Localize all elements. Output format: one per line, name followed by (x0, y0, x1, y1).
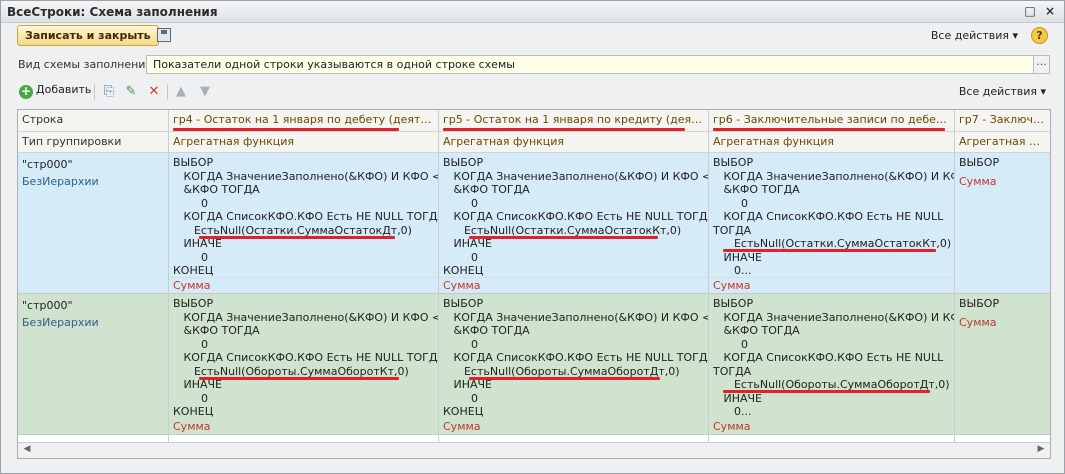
row-group-type: БезИерархии (22, 175, 99, 188)
header-aggregate[interactable]: Агрегатная функция (169, 132, 438, 153)
header-aggregate[interactable]: Агрегатная функция (709, 132, 954, 153)
add-icon: + (19, 84, 33, 99)
table-cell[interactable]: ВЫБОР КОГДА ЗначениеЗаполнено(&КФО) И КФ… (169, 153, 438, 294)
window: ВсеСтроки: Схема заполнения □ × Записать… (0, 0, 1065, 474)
help-icon[interactable]: ? (1031, 27, 1048, 44)
highlight-underline (173, 128, 399, 131)
edit-icon[interactable]: ✎ (123, 84, 139, 100)
row-name: "стр000" (22, 158, 73, 171)
formula-text: ВЫБОР КОГДА ЗначениеЗаполнено(&КФО) И КФ… (173, 156, 438, 277)
window-titlebar: ВсеСтроки: Схема заполнения □ × (1, 1, 1064, 23)
select-button[interactable]: ... (1033, 56, 1049, 73)
aggregate-function: Сумма (709, 277, 954, 293)
header-gr7[interactable]: гр7 - Заключитель (955, 110, 1050, 132)
formula-text: ВЫБОР КОГДА ЗначениеЗаполнено(&КФО) И КФ… (713, 297, 954, 418)
table-cell[interactable]: ВЫБОР КОГДА ЗначениеЗаполнено(&КФО) И КФ… (169, 294, 438, 435)
highlight-underline (199, 377, 399, 380)
table-cell[interactable]: ВЫБОР КОГДА ЗначениеЗаполнено(&КФО) И КФ… (439, 153, 708, 294)
all-actions-menu[interactable]: Все действия ▾ (931, 29, 1018, 42)
delete-icon[interactable]: ✕ (146, 84, 162, 100)
close-icon[interactable]: × (1042, 4, 1058, 19)
table-cell[interactable]: ВЫБОР Сумма (955, 153, 1050, 294)
column-gr7: гр7 - Заключитель Агрегатная функция ВЫБ… (955, 110, 1050, 442)
horizontal-scrollbar[interactable]: ◀ ▶ (18, 442, 1050, 458)
table-cell[interactable]: ВЫБОР Сумма (955, 294, 1050, 435)
aggregate-function: Сумма (439, 418, 708, 434)
header-aggregate[interactable]: Агрегатная функция (955, 132, 1050, 153)
highlight-underline (199, 236, 395, 239)
highlight-underline (469, 236, 658, 239)
scroll-right-icon[interactable]: ▶ (1034, 444, 1048, 457)
move-up-icon[interactable]: ▲ (173, 84, 189, 100)
aggregate-function: Сумма (709, 418, 954, 434)
aggregate-function: Сумма (959, 175, 997, 188)
highlight-underline (713, 128, 945, 131)
separator (94, 84, 95, 100)
formula-text: ВЫБОР (959, 156, 1000, 169)
scroll-left-icon[interactable]: ◀ (20, 444, 34, 457)
save-icon[interactable] (157, 28, 171, 42)
aggregate-function: Сумма (439, 277, 708, 293)
formula-text: ВЫБОР КОГДА ЗначениеЗаполнено(&КФО) И КФ… (443, 297, 708, 418)
aggregate-function: Сумма (169, 418, 438, 434)
table-cell[interactable]: ВЫБОР КОГДА ЗначениеЗаполнено(&КФО) И КФ… (709, 153, 954, 294)
column-gr5: гр5 - Остаток на 1 января по кредиту (де… (439, 110, 709, 442)
separator (167, 84, 168, 100)
formula-text: ВЫБОР (959, 297, 1000, 310)
table-command-bar: + Добавить ⎘ ✎ ✕ ▲ ▼ Все действия ▾ (1, 81, 1064, 103)
highlight-underline (723, 390, 930, 393)
aggregate-function: Сумма (169, 277, 438, 293)
column-row-name: Строка Тип группировки "стр000" БезИерар… (18, 110, 169, 442)
header-aggregate[interactable]: Агрегатная функция (439, 132, 708, 153)
formula-text: ВЫБОР КОГДА ЗначениеЗаполнено(&КФО) И КФ… (443, 156, 708, 277)
table-cell[interactable]: ВЫБОР КОГДА ЗначениеЗаполнено(&КФО) И КФ… (709, 294, 954, 435)
table-cell[interactable]: ВЫБОР КОГДА ЗначениеЗаполнено(&КФО) И КФ… (439, 294, 708, 435)
column-gr4: гр4 - Остаток на 1 января по дебету (дея… (169, 110, 439, 442)
maximize-icon[interactable]: □ (1022, 4, 1038, 19)
aggregate-function: Сумма (959, 316, 997, 329)
table-row[interactable]: "стр000" БезИерархии (18, 294, 168, 435)
header-row[interactable]: Строка (18, 110, 168, 132)
header-group-type[interactable]: Тип группировки (18, 132, 168, 153)
form-toolbar: Записать и закрыть Все действия ▾ ? (1, 23, 1064, 49)
move-down-icon[interactable]: ▼ (197, 84, 213, 100)
scheme-type-value: Показатели одной строки указываются в од… (153, 58, 515, 71)
scheme-type-field[interactable]: Показатели одной строки указываются в од… (146, 55, 1050, 74)
table-row[interactable]: "стр000" БезИерархии (18, 153, 168, 294)
row-name: "стр000" (22, 299, 73, 312)
scheme-type-label: Вид схемы заполнения: (18, 58, 156, 71)
highlight-underline (443, 128, 685, 131)
window-title: ВсеСтроки: Схема заполнения (7, 5, 218, 19)
add-button[interactable]: + Добавить (19, 83, 91, 99)
table-all-actions-menu[interactable]: Все действия ▾ (959, 85, 1046, 98)
formula-text: ВЫБОР КОГДА ЗначениеЗаполнено(&КФО) И КФ… (713, 156, 954, 277)
highlight-underline (469, 377, 660, 380)
copy-icon[interactable]: ⎘ (101, 84, 117, 100)
add-label: Добавить (36, 83, 92, 96)
highlight-underline (723, 249, 936, 252)
formula-text: ВЫБОР КОГДА ЗначениеЗаполнено(&КФО) И КФ… (173, 297, 438, 418)
row-group-type: БезИерархии (22, 316, 99, 329)
scheme-type-row: Вид схемы заполнения: Показатели одной с… (1, 53, 1064, 75)
save-and-close-button[interactable]: Записать и закрыть (17, 25, 159, 46)
scheme-table: Строка Тип группировки "стр000" БезИерар… (17, 109, 1051, 459)
